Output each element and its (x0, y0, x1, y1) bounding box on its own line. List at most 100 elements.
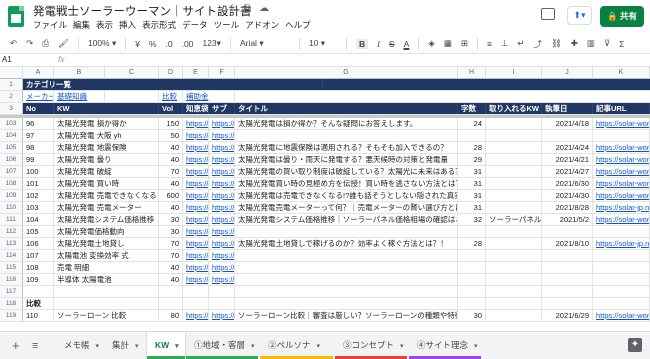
cell-article-url[interactable] (593, 298, 650, 309)
cell-chars[interactable] (458, 298, 486, 309)
add-sheet-icon[interactable]: + (12, 338, 20, 353)
cell-include-kw[interactable] (486, 154, 542, 165)
redo-icon[interactable]: ↷ (26, 38, 33, 49)
column-header[interactable]: J (542, 67, 593, 79)
row-number[interactable]: 109 (0, 190, 23, 201)
menu-addons[interactable]: アドオン (245, 19, 279, 31)
category-link-compare[interactable]: 比較 (159, 91, 183, 102)
cell-chiebukuro-link[interactable] (183, 298, 209, 309)
cell-chars[interactable]: 31 (458, 166, 486, 177)
cell-article-url[interactable] (593, 274, 650, 285)
all-sheets-icon[interactable]: ≡ (32, 340, 38, 352)
cell-write-date[interactable]: 2021/6/30 (542, 178, 593, 189)
borders-icon[interactable]: ▦ (444, 38, 452, 49)
cell-article-url[interactable]: https://solar-wor (593, 154, 650, 165)
strikethrough-button[interactable]: S (389, 39, 395, 49)
menu-help[interactable]: ヘルプ (285, 19, 311, 31)
cell-write-date[interactable] (542, 250, 593, 261)
cell-write-date[interactable]: 2021/6/29 (542, 310, 593, 321)
name-box[interactable]: A1 (2, 55, 12, 64)
cell-title[interactable]: 太陽光発電売電メーターって何？｜売電メーターの賢い選び方とは？ (235, 202, 458, 213)
row-number[interactable]: 107 (0, 166, 23, 177)
cell-sub-link[interactable]: https://v (209, 274, 235, 285)
header-include-kw[interactable]: 取り入れるKW (486, 103, 542, 114)
font-size-select[interactable]: 10 ▾ (309, 38, 337, 49)
cell-kw[interactable]: 太陽光発電土地貸し (54, 238, 159, 249)
chevron-down-icon[interactable]: ▾ (251, 343, 255, 350)
italic-button[interactable]: I (377, 39, 380, 49)
move-to-folder-icon[interactable]: ⧉ (244, 3, 251, 14)
cell-write-date[interactable]: 2021/4/18 (542, 118, 593, 129)
cell-chiebukuro-link[interactable]: https://c (183, 250, 209, 261)
row-number[interactable]: 111 (0, 214, 23, 225)
cell-kw[interactable] (54, 298, 159, 309)
cell-write-date[interactable] (542, 286, 593, 297)
cell-article-url[interactable]: https://solar-wor (593, 178, 650, 189)
cell-chiebukuro-link[interactable]: https://c (183, 262, 209, 273)
category-link-basics[interactable]: 基礎知識 (54, 91, 105, 102)
cell-article-url[interactable] (593, 286, 650, 297)
align-vertical-icon[interactable]: ⊥ (501, 38, 508, 49)
sheet-tab[interactable]: ①地域・客層 ▾ (186, 332, 258, 359)
more-formats-button[interactable]: 123▾ (202, 38, 220, 49)
row-number[interactable]: 110 (0, 202, 23, 213)
cell-write-date[interactable]: 2021/8/28 (542, 202, 593, 213)
cloud-saved-icon[interactable]: ☁ (259, 3, 269, 14)
cell-article-url[interactable]: https://solar-wor (593, 142, 650, 153)
chevron-down-icon[interactable]: ▾ (317, 343, 321, 350)
cell-chars[interactable]: 28 (458, 142, 486, 153)
header-vol[interactable]: Vol (159, 103, 183, 114)
row-number[interactable]: 105 (0, 142, 23, 153)
cell-article-url[interactable]: https://solar-wor (593, 214, 650, 225)
cell-article-url[interactable]: https://solar-wor (593, 118, 650, 129)
cell-title[interactable] (235, 274, 458, 285)
cell-title[interactable] (235, 298, 458, 309)
cell-title[interactable]: 太陽光発電の買い取り制度は破綻している？太陽光に未来はある？ (235, 166, 458, 177)
row-number[interactable]: 112 (0, 226, 23, 237)
cell-chars[interactable]: 31 (458, 202, 486, 213)
cell-no[interactable] (23, 286, 54, 297)
chevron-down-icon[interactable]: ▾ (400, 343, 404, 350)
cell-sub-link[interactable]: https://v (209, 142, 235, 153)
cell-write-date[interactable]: 2021/5/2 (542, 214, 593, 225)
menu-edit[interactable]: 編集 (73, 19, 90, 31)
cell-kw[interactable]: 太陽光発電 破綻 (54, 166, 159, 177)
cell-vol[interactable] (159, 286, 183, 297)
cell-kw[interactable]: 太陽光発電 大阪 yh (54, 130, 159, 141)
comment-history-icon[interactable] (541, 8, 555, 20)
cell-chars[interactable]: 30 (458, 310, 486, 321)
cell-chars[interactable]: 32 (458, 214, 486, 225)
row-number[interactable]: 1 (0, 79, 23, 90)
cell-include-kw[interactable] (486, 202, 542, 213)
cell-title[interactable]: 太陽光発電土地貸しで稼げるのか？効率よく稼ぐ方法とは？！ (235, 238, 458, 249)
cell-vol[interactable]: 40 (159, 178, 183, 189)
font-select[interactable]: Arial ▾ (240, 38, 290, 49)
cell-vol[interactable]: 70 (159, 238, 183, 249)
sheet-tab[interactable]: ②ペルソナ ▾ (260, 332, 333, 359)
row-number[interactable]: 103 (0, 118, 23, 129)
header-article-url[interactable]: 記事URL (593, 103, 650, 114)
category-link-subsidy[interactable]: 補助金 (183, 91, 235, 102)
cell-chars[interactable]: 24 (458, 118, 486, 129)
spreadsheet-grid[interactable]: A B C D E F G H I J K 1 カテゴリ一覧 2 メーカー 基礎… (0, 67, 650, 331)
cell-chars[interactable] (458, 226, 486, 237)
cell-vol[interactable]: 70 (159, 166, 183, 177)
cell-vol[interactable]: 50 (159, 130, 183, 141)
cell-include-kw[interactable] (486, 298, 542, 309)
text-rotation-icon[interactable]: ⤴ (533, 38, 542, 50)
cell-chars[interactable] (458, 130, 486, 141)
cell-title[interactable] (235, 130, 458, 141)
cell-vol[interactable]: 40 (159, 274, 183, 285)
cell-kw[interactable]: 太陽光発電 売電メーター (54, 202, 159, 213)
cell-chiebukuro-link[interactable] (183, 286, 209, 297)
column-header[interactable]: D (159, 67, 183, 79)
text-color-button[interactable]: A (404, 39, 410, 49)
row-number[interactable]: 115 (0, 262, 23, 273)
cell-title[interactable]: 太陽光発電は曇り・雨天に発電する？悪天候時の対策と発電量 (235, 154, 458, 165)
cell-write-date[interactable] (542, 262, 593, 273)
cell-sub-link[interactable] (209, 298, 235, 309)
cell-include-kw[interactable] (486, 118, 542, 129)
cell-article-url[interactable] (593, 130, 650, 141)
cell-chiebukuro-link[interactable]: https://c (183, 310, 209, 321)
sheet-tab[interactable]: ④サイト理念 ▾ (409, 332, 481, 359)
